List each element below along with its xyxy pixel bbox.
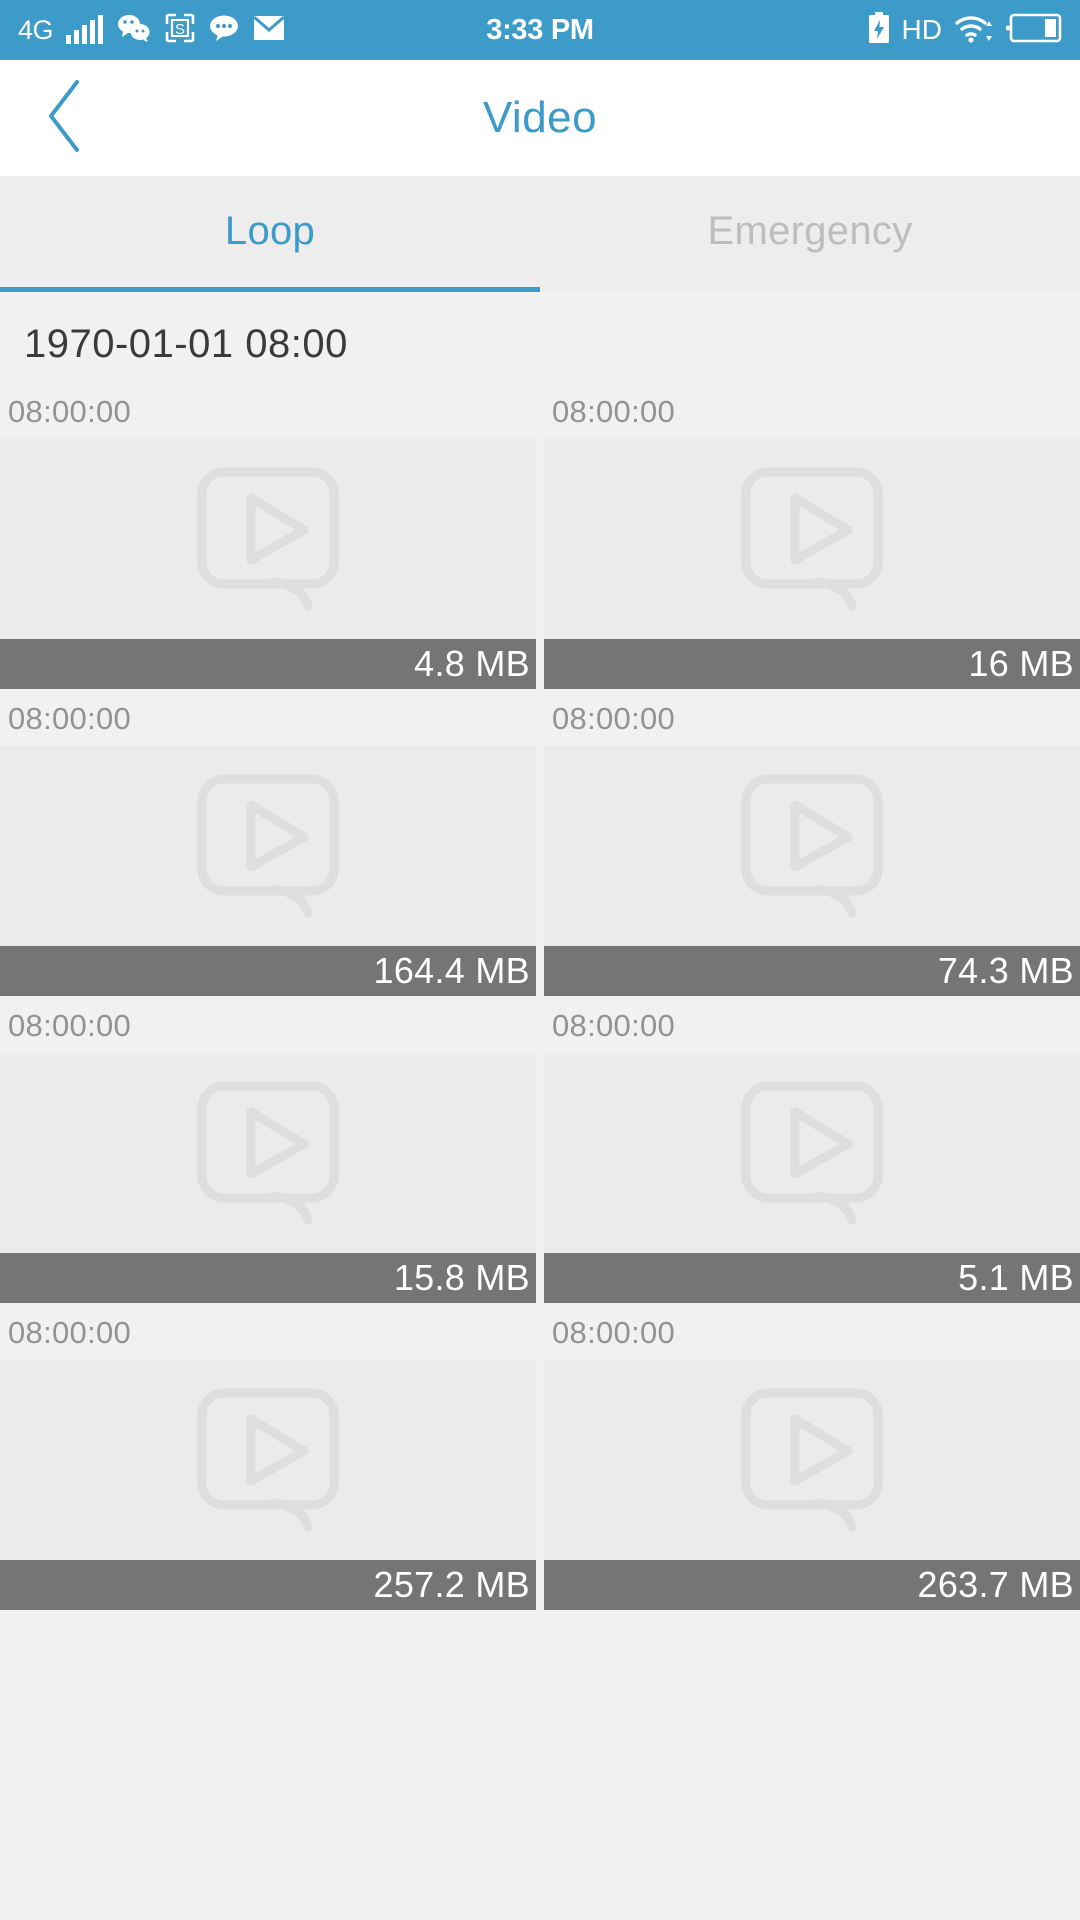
date-group-header: 1970-01-01 08:00 <box>24 322 348 366</box>
video-size-label: 16 MB <box>544 639 1080 689</box>
video-timestamp: 08:00:00 <box>8 1008 132 1043</box>
video-size-label: 257.2 MB <box>0 1560 536 1610</box>
video-size-label: 164.4 MB <box>0 946 536 996</box>
video-play-placeholder-icon <box>188 1078 348 1228</box>
video-item-2[interactable]: 08:00:00 164.4 MB <box>0 689 536 996</box>
video-item-5[interactable]: 08:00:00 5.1 MB <box>544 996 1080 1303</box>
video-timestamp: 08:00:00 <box>8 394 132 429</box>
video-play-placeholder-icon <box>732 1385 892 1535</box>
video-item-0[interactable]: 08:00:00 4.8 MB <box>0 382 536 689</box>
video-item-7[interactable]: 08:00:00 263.7 MB <box>544 1303 1080 1610</box>
wechat-icon <box>116 13 152 48</box>
video-grid: 08:00:00 4.8 MB 08:00:00 16 MB 08:00:00 … <box>0 382 1080 1610</box>
video-item-6[interactable]: 08:00:00 257.2 MB <box>0 1303 536 1610</box>
message-bubble-icon <box>208 14 240 47</box>
status-bar: 4G S 3:33 PM HD <box>0 0 1080 60</box>
battery-icon <box>1005 13 1062 48</box>
video-timestamp: 08:00:00 <box>552 1315 676 1350</box>
video-play-placeholder-icon <box>188 1385 348 1535</box>
screenshot-s-icon: S <box>165 13 195 48</box>
video-play-placeholder-icon <box>188 464 348 614</box>
video-size-label: 5.1 MB <box>544 1253 1080 1303</box>
video-play-placeholder-icon <box>732 771 892 921</box>
video-timestamp: 08:00:00 <box>8 701 132 736</box>
video-list-panel[interactable]: 1970-01-01 08:00 08:00:00 4.8 MB 08:00:0… <box>0 292 1080 1920</box>
tab-active-indicator <box>0 287 540 292</box>
video-item-1[interactable]: 08:00:00 16 MB <box>544 382 1080 689</box>
app-header: Video <box>0 60 1080 176</box>
video-thumbnail[interactable] <box>0 746 536 946</box>
back-button[interactable] <box>0 60 130 176</box>
video-thumbnail[interactable] <box>544 1053 1080 1253</box>
tab-bar: Loop Emergency <box>0 176 1080 292</box>
video-thumbnail[interactable] <box>0 1360 536 1560</box>
battery-charging-icon <box>868 11 890 49</box>
video-timestamp: 08:00:00 <box>552 394 676 429</box>
video-size-label: 15.8 MB <box>0 1253 536 1303</box>
video-thumbnail[interactable] <box>544 439 1080 639</box>
status-bar-right-group: HD <box>868 11 1062 49</box>
signal-bars-icon <box>66 15 104 44</box>
svg-text:S: S <box>175 21 185 38</box>
video-thumbnail[interactable] <box>0 1053 536 1253</box>
video-size-label: 74.3 MB <box>544 946 1080 996</box>
video-thumbnail[interactable] <box>544 1360 1080 1560</box>
video-item-4[interactable]: 08:00:00 15.8 MB <box>0 996 536 1303</box>
video-timestamp: 08:00:00 <box>552 701 676 736</box>
video-size-label: 4.8 MB <box>0 639 536 689</box>
video-thumbnail[interactable] <box>544 746 1080 946</box>
wifi-icon <box>954 12 994 49</box>
back-chevron-icon <box>41 78 89 159</box>
video-timestamp: 08:00:00 <box>552 1008 676 1043</box>
video-thumbnail[interactable] <box>0 439 536 639</box>
video-play-placeholder-icon <box>732 1078 892 1228</box>
status-bar-left-group: 4G S <box>18 13 286 48</box>
video-size-label: 263.7 MB <box>544 1560 1080 1610</box>
video-item-3[interactable]: 08:00:00 74.3 MB <box>544 689 1080 996</box>
mail-icon <box>253 15 286 46</box>
network-type-label: 4G <box>18 14 54 45</box>
video-play-placeholder-icon <box>732 464 892 614</box>
video-play-placeholder-icon <box>188 771 348 921</box>
video-timestamp: 08:00:00 <box>8 1315 132 1350</box>
hd-label: HD <box>901 14 942 45</box>
tab-loop[interactable]: Loop <box>0 176 540 292</box>
page-title: Video <box>482 93 598 142</box>
tab-emergency[interactable]: Emergency <box>540 176 1080 292</box>
